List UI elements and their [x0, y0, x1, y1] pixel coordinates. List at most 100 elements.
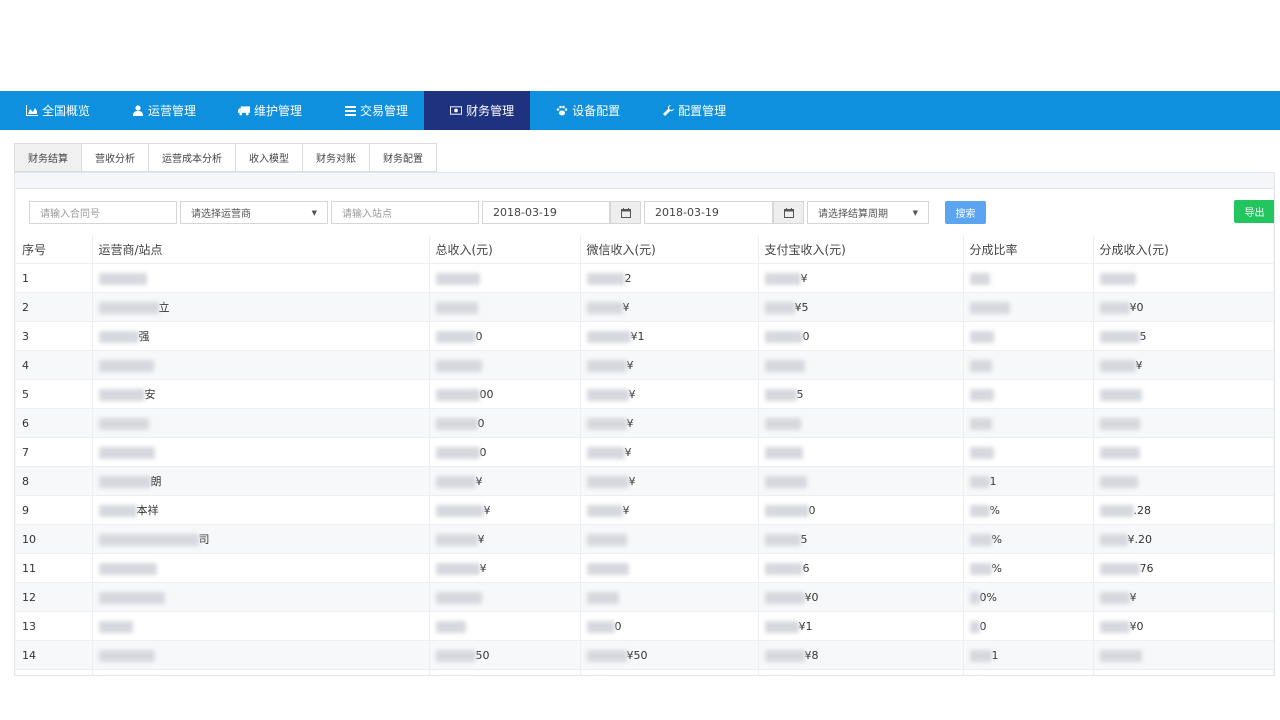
- table-cell-rate: [963, 437, 1094, 467]
- finance-subtabs: 财务结算 营收分析 运营成本分析 收入模型 财务对账 财务配置: [14, 143, 437, 172]
- cell-text: ¥.20: [1127, 532, 1153, 546]
- cell-text: 2: [22, 300, 29, 314]
- cycle-select[interactable]: 请选择结算周期 ▼: [807, 201, 929, 224]
- subtab-finance-config[interactable]: 财务配置: [370, 143, 437, 172]
- table-cell-total: [429, 582, 581, 612]
- redacted-block: [764, 359, 805, 372]
- cell-text: 1: [991, 648, 999, 662]
- col-share-income: 分成收入(元): [1093, 235, 1274, 264]
- operator-select[interactable]: 请选择运营商 ▼: [180, 201, 328, 224]
- redacted-block: [586, 330, 631, 343]
- table-cell-wechat: ¥: [580, 437, 759, 467]
- table-row: 4 ¥ ¥: [16, 350, 1274, 380]
- nav-item-operations[interactable]: 运营管理: [106, 91, 212, 130]
- table-cell-wechat: 0: [580, 611, 759, 641]
- subtab-reconciliation[interactable]: 财务对账: [303, 143, 370, 172]
- calendar-icon[interactable]: [773, 201, 804, 224]
- table-cell-alipay: 0: [758, 321, 964, 351]
- redacted-block: [1099, 446, 1140, 459]
- table-cell-share: [1093, 379, 1274, 409]
- nav-item-config[interactable]: 配置管理: [636, 91, 742, 130]
- nav-item-overview[interactable]: 全国概览: [0, 91, 106, 130]
- search-button[interactable]: 搜索: [945, 201, 986, 224]
- redacted-block: [435, 533, 478, 546]
- cell-text: 7: [22, 445, 29, 459]
- cell-text: 司: [198, 533, 210, 546]
- cell-text: ¥: [626, 416, 634, 430]
- export-button[interactable]: 导出: [1234, 200, 1274, 223]
- table-cell-alipay: 5: [758, 524, 964, 554]
- redacted-block: [586, 359, 627, 372]
- station-input[interactable]: 请输入站点: [331, 201, 479, 224]
- redacted-block: [969, 533, 992, 546]
- redacted-block: [435, 388, 480, 401]
- main-nav: 全国概览 运营管理 维护管理 交易管理 财务管理 设备配置 配置管理: [0, 91, 1280, 130]
- table-cell-rate: %: [963, 524, 1094, 554]
- cell-text: ¥0: [804, 590, 819, 604]
- cell-text: 5: [1139, 329, 1147, 343]
- cell-text: 6: [22, 416, 29, 430]
- table-cell-name: [92, 350, 430, 380]
- contract-input[interactable]: 请输入合同号: [29, 201, 177, 224]
- cell-text: ¥: [622, 300, 630, 314]
- table-cell-rate: 1: [963, 466, 1094, 496]
- table-cell-rate: 1: [963, 640, 1094, 670]
- cell-text: 5: [22, 387, 29, 401]
- redacted-block: [586, 649, 627, 662]
- cell-text: 10: [22, 532, 36, 546]
- redacted-block: [98, 649, 155, 662]
- cell-text: ¥50: [626, 648, 648, 662]
- start-date-input[interactable]: 2018-03-19: [482, 201, 610, 224]
- redacted-block: [1099, 417, 1140, 430]
- cell-text: 0: [808, 503, 816, 517]
- table-cell-alipay: ¥: [758, 263, 964, 293]
- calendar-icon[interactable]: [610, 201, 641, 224]
- subtab-settlement[interactable]: 财务结算: [14, 143, 82, 172]
- redacted-block: [98, 505, 137, 517]
- nav-label: 交易管理: [360, 104, 409, 118]
- table-row: 10 司 ¥5% ¥.20: [16, 524, 1274, 554]
- table-row: 1 2 ¥: [16, 263, 1274, 293]
- table-cell-idx: 14: [16, 640, 93, 670]
- col-index: 序号: [16, 235, 93, 264]
- table-cell-idx: 6: [16, 408, 93, 438]
- end-date-input[interactable]: 2018-03-19: [644, 201, 773, 224]
- table-row: 8 朗 ¥ ¥1: [16, 466, 1274, 496]
- table-cell-share: [1093, 408, 1274, 438]
- table-cell-total: [429, 350, 581, 380]
- subtab-income-model[interactable]: 收入模型: [236, 143, 303, 172]
- redacted-block: [969, 301, 1010, 314]
- cell-text: ¥: [622, 503, 630, 517]
- table-row: 7 0 ¥: [16, 437, 1274, 467]
- redacted-block: [1099, 562, 1140, 575]
- cell-text: 00: [479, 387, 494, 401]
- redacted-block: [586, 446, 625, 459]
- cell-text: 0: [614, 619, 622, 633]
- table-cell-wechat: [580, 524, 759, 554]
- subtab-cost-analysis[interactable]: 运营成本分析: [149, 143, 236, 172]
- table-cell-name: 本祥: [92, 495, 430, 525]
- table-row: 2 立 ¥ ¥5 ¥0: [16, 292, 1274, 322]
- redacted-block: [1099, 388, 1142, 401]
- table-cell-share: ¥0.00: [1093, 669, 1274, 675]
- table-cell-wechat: [580, 582, 759, 612]
- cell-text: 本祥: [136, 504, 159, 517]
- cell-text: ¥1: [798, 619, 813, 633]
- subtab-revenue-analysis[interactable]: 营收分析: [82, 143, 149, 172]
- table-cell-wechat: ¥: [580, 408, 759, 438]
- table-row: 3 强 0 ¥1 0 5: [16, 321, 1274, 351]
- nav-item-transactions[interactable]: 交易管理: [318, 91, 424, 130]
- table-cell-wechat: 2: [580, 263, 759, 293]
- nav-item-finance[interactable]: 财务管理: [424, 91, 531, 130]
- cell-text: 4: [22, 358, 29, 372]
- table-cell-alipay: ¥1: [758, 611, 964, 641]
- redacted-block: [764, 562, 803, 575]
- cell-text: ¥: [628, 387, 636, 401]
- table-cell-total: ¥: [429, 495, 581, 525]
- nav-item-device-config[interactable]: 设备配置: [530, 91, 636, 130]
- cell-text: ¥1: [630, 329, 645, 343]
- cell-text: 76: [1139, 561, 1154, 575]
- table-cell-idx: 5: [16, 379, 93, 409]
- cell-text: ¥5: [794, 300, 809, 314]
- nav-item-maintenance[interactable]: 维护管理: [212, 91, 318, 130]
